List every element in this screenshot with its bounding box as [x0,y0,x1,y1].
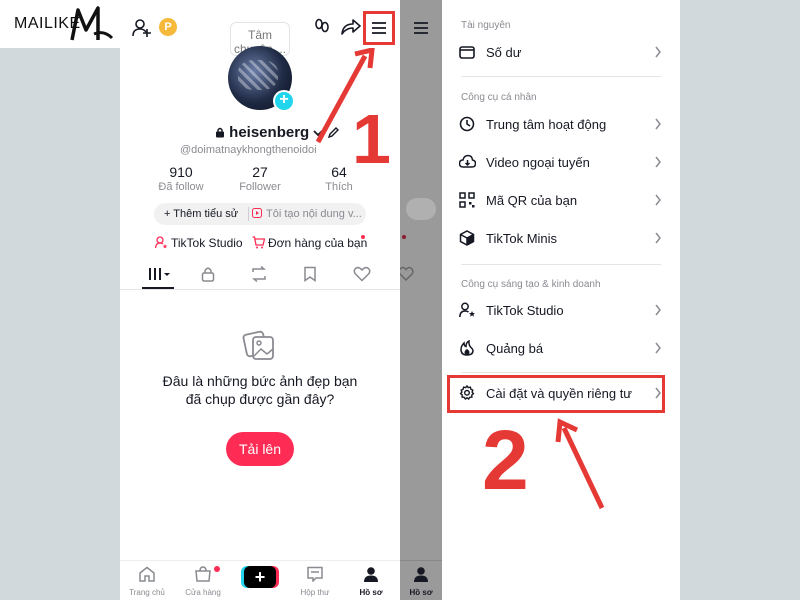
menu-item-qr-code[interactable]: Mã QR của bạn [442,182,680,220]
username-row[interactable]: heisenberg [215,124,324,141]
chevron-right-icon [655,156,661,168]
inbox-icon [307,566,323,583]
clock-icon [459,116,475,132]
dim-pill [406,198,436,220]
download-cloud-icon [459,154,476,168]
upload-button[interactable]: Tải lên [226,432,294,466]
nav-label: Cửa hàng [185,588,221,597]
menu-item-label: Video ngoại tuyến [486,155,590,170]
bookmark-icon[interactable] [303,266,317,282]
play-square-icon [252,208,262,218]
highlight-box-settings [447,375,665,413]
username: heisenberg [229,124,310,141]
heart-icon [400,266,414,282]
menu-item-offline-videos[interactable]: Video ngoại tuyến [442,144,680,182]
add-bio-button[interactable]: + Thêm tiểu sử [164,208,238,220]
heart-icon[interactable] [353,266,371,282]
chevron-right-icon [655,46,661,58]
tiktok-studio-link[interactable]: TikTok Studio [171,236,243,250]
divider [461,372,661,373]
dimmed-overlay[interactable]: Hồ sơ [400,0,442,600]
chevron-right-icon [655,118,661,130]
section-title-creator-tools: Công cụ sáng tạo & kinh doanh [461,279,601,290]
create-button[interactable]: + [244,566,276,588]
creator-category-button[interactable]: Tôi tạo nội dung v... [266,208,362,220]
section-title-personal-tools: Công cụ cá nhân [461,92,537,103]
stat-value: 910 [169,164,193,180]
share-icon[interactable] [341,18,361,36]
step-1-label: 1 [352,100,391,178]
chevron-right-icon [655,342,661,354]
home-icon [139,566,155,582]
qr-icon [459,192,475,208]
chevron-right-icon [655,304,661,316]
menu-item-label: Quảng bá [486,341,544,356]
shop-bag-icon [195,566,211,582]
shop-notification-dot [214,566,220,572]
add-bio-label: Thêm tiểu sử [173,208,239,220]
cart-icon [252,236,265,249]
profile-icon [414,567,428,582]
pill-divider [248,207,249,221]
chevron-right-icon [655,232,661,244]
ml-logo-icon [70,6,114,41]
menu-item-activity-center[interactable]: Trung tâm hoạt động [442,106,680,144]
nav-profile[interactable]: Hồ sơ [344,566,398,597]
profile-icon [364,567,378,582]
stat-label: Đã follow [158,181,204,193]
step-2-label: 2 [482,413,529,507]
stat-following[interactable]: 910 Đã follow [146,164,216,193]
nav-shop[interactable]: Cửa hàng [176,566,230,597]
menu-item-label: Số dư [486,45,522,60]
menu-item-tiktok-studio[interactable]: TikTok Studio [442,292,680,330]
photos-icon [242,330,274,360]
stat-label: Follower [239,181,281,193]
nav-home[interactable]: Trang chủ [120,566,174,597]
active-tab-indicator [142,287,174,289]
person-star-icon [459,302,475,318]
add-friend-icon[interactable] [132,18,152,38]
menu-item-balance[interactable]: Số dư [442,34,680,72]
grid-videos-icon[interactable] [148,267,172,281]
menu-item-label: Trung tâm hoạt động [486,117,607,132]
notification-dot [361,235,365,239]
avatar-add-icon[interactable]: + [273,90,295,112]
section-title-resources: Tài nguyên [461,20,511,31]
orders-link[interactable]: Đơn hàng của bạn [268,236,367,250]
menu-item-label: Mã QR của bạn [486,193,578,208]
repost-icon[interactable] [250,266,268,282]
arrow-annotation-icon [555,418,605,510]
nav-label: Hồ sơ [409,588,433,597]
divider [461,76,661,77]
stat-followers[interactable]: 27 Follower [225,164,295,193]
nav-label: Trang chủ [129,588,165,597]
private-lock-icon[interactable] [200,266,216,282]
divider [461,264,661,265]
footprint-icon[interactable] [313,18,331,36]
menu-item-promote[interactable]: Quảng bá [442,330,680,368]
wallet-icon [459,46,475,59]
nav-label: Hộp thư [300,588,330,597]
flame-icon [460,340,474,356]
dim-nav-profile: Hồ sơ [400,566,442,597]
user-handle: @doimatnaykhongthenoidoi [180,144,317,156]
mailike-watermark: MAILIKE [0,0,122,48]
highlight-box-menu [363,11,395,45]
nav-label: Hồ sơ [359,588,383,597]
menu-item-label: TikTok Studio [486,303,564,318]
profile-screen: P Tâm chuyện ... + heisenberg @doimatnay… [120,0,400,600]
person-star-icon [155,236,168,249]
empty-state-text: Đâu là những bức ảnh đẹp bạn đã chụp đượ… [162,373,358,407]
menu-item-tiktok-minis[interactable]: TikTok Minis [442,220,680,258]
lock-icon [216,127,224,138]
cube-icon [459,230,475,246]
dim-dot [402,235,406,239]
coin-icon[interactable]: P [159,18,177,36]
nav-inbox[interactable]: Hộp thư [288,566,342,597]
menu-drawer: Tài nguyên Số dư Công cụ cá nhân Trung t… [442,0,680,600]
menu-item-label: TikTok Minis [486,231,558,246]
stat-value: 27 [252,164,268,180]
menu-icon [414,22,428,34]
chevron-right-icon [655,194,661,206]
